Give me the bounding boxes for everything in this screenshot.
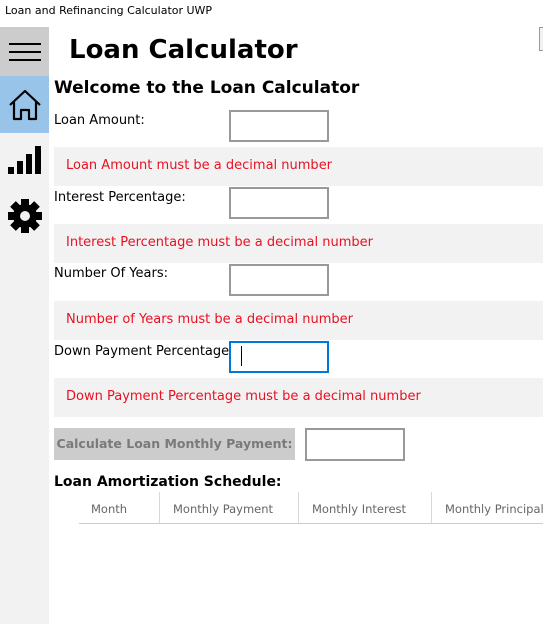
number-of-years-label: Number Of Years: bbox=[54, 266, 168, 281]
column-header-monthly-principal[interactable]: Monthly Principal bbox=[431, 492, 543, 523]
interest-percentage-label: Interest Percentage: bbox=[54, 190, 186, 205]
number-of-years-error-text: Number of Years must be a decimal number bbox=[66, 312, 353, 327]
down-payment-percentage-label: Down Payment Percentage: bbox=[54, 344, 234, 359]
window-title: Loan and Refinancing Calculator UWP bbox=[5, 4, 213, 17]
gear-icon bbox=[7, 199, 42, 233]
number-of-years-error: Number of Years must be a decimal number bbox=[54, 301, 543, 340]
loan-amount-error: Loan Amount must be a decimal number bbox=[54, 147, 543, 186]
loan-amount-error-text: Loan Amount must be a decimal number bbox=[66, 158, 333, 173]
hamburger-menu-button[interactable] bbox=[0, 27, 49, 76]
nav-statistics-button[interactable] bbox=[0, 133, 49, 187]
nav-settings-button[interactable] bbox=[0, 189, 49, 243]
column-header-monthly-payment[interactable]: Monthly Payment bbox=[159, 492, 298, 523]
welcome-heading: Welcome to the Loan Calculator bbox=[54, 78, 360, 98]
down-payment-percentage-error: Down Payment Percentage must be a decima… bbox=[54, 378, 543, 417]
loan-amount-input[interactable] bbox=[229, 110, 329, 142]
interest-percentage-error-text: Interest Percentage must be a decimal nu… bbox=[66, 235, 373, 250]
title-bar: Loan and Refinancing Calculator UWP bbox=[0, 0, 543, 27]
signal-bars-icon bbox=[7, 146, 41, 174]
clipped-control bbox=[539, 27, 543, 51]
amortization-schedule-title: Loan Amortization Schedule: bbox=[54, 474, 282, 490]
page-title: Loan Calculator bbox=[69, 35, 298, 65]
calculate-monthly-payment-button[interactable]: Calculate Loan Monthly Payment: bbox=[54, 428, 295, 460]
sidebar bbox=[0, 27, 49, 624]
nav-home-button[interactable] bbox=[0, 76, 49, 133]
interest-percentage-error: Interest Percentage must be a decimal nu… bbox=[54, 224, 543, 263]
interest-percentage-input[interactable] bbox=[229, 187, 329, 219]
column-header-month[interactable]: Month bbox=[79, 492, 159, 523]
hamburger-icon bbox=[8, 42, 41, 61]
monthly-payment-result bbox=[305, 428, 405, 461]
amortization-table-header: Month Monthly Payment Monthly Interest M… bbox=[79, 492, 543, 524]
down-payment-percentage-error-text: Down Payment Percentage must be a decima… bbox=[66, 389, 421, 404]
home-icon bbox=[8, 89, 41, 120]
text-caret bbox=[241, 346, 242, 366]
column-header-monthly-interest[interactable]: Monthly Interest bbox=[298, 492, 431, 523]
number-of-years-input[interactable] bbox=[229, 264, 329, 296]
down-payment-percentage-input[interactable] bbox=[229, 341, 329, 373]
loan-amount-label: Loan Amount: bbox=[54, 113, 145, 128]
